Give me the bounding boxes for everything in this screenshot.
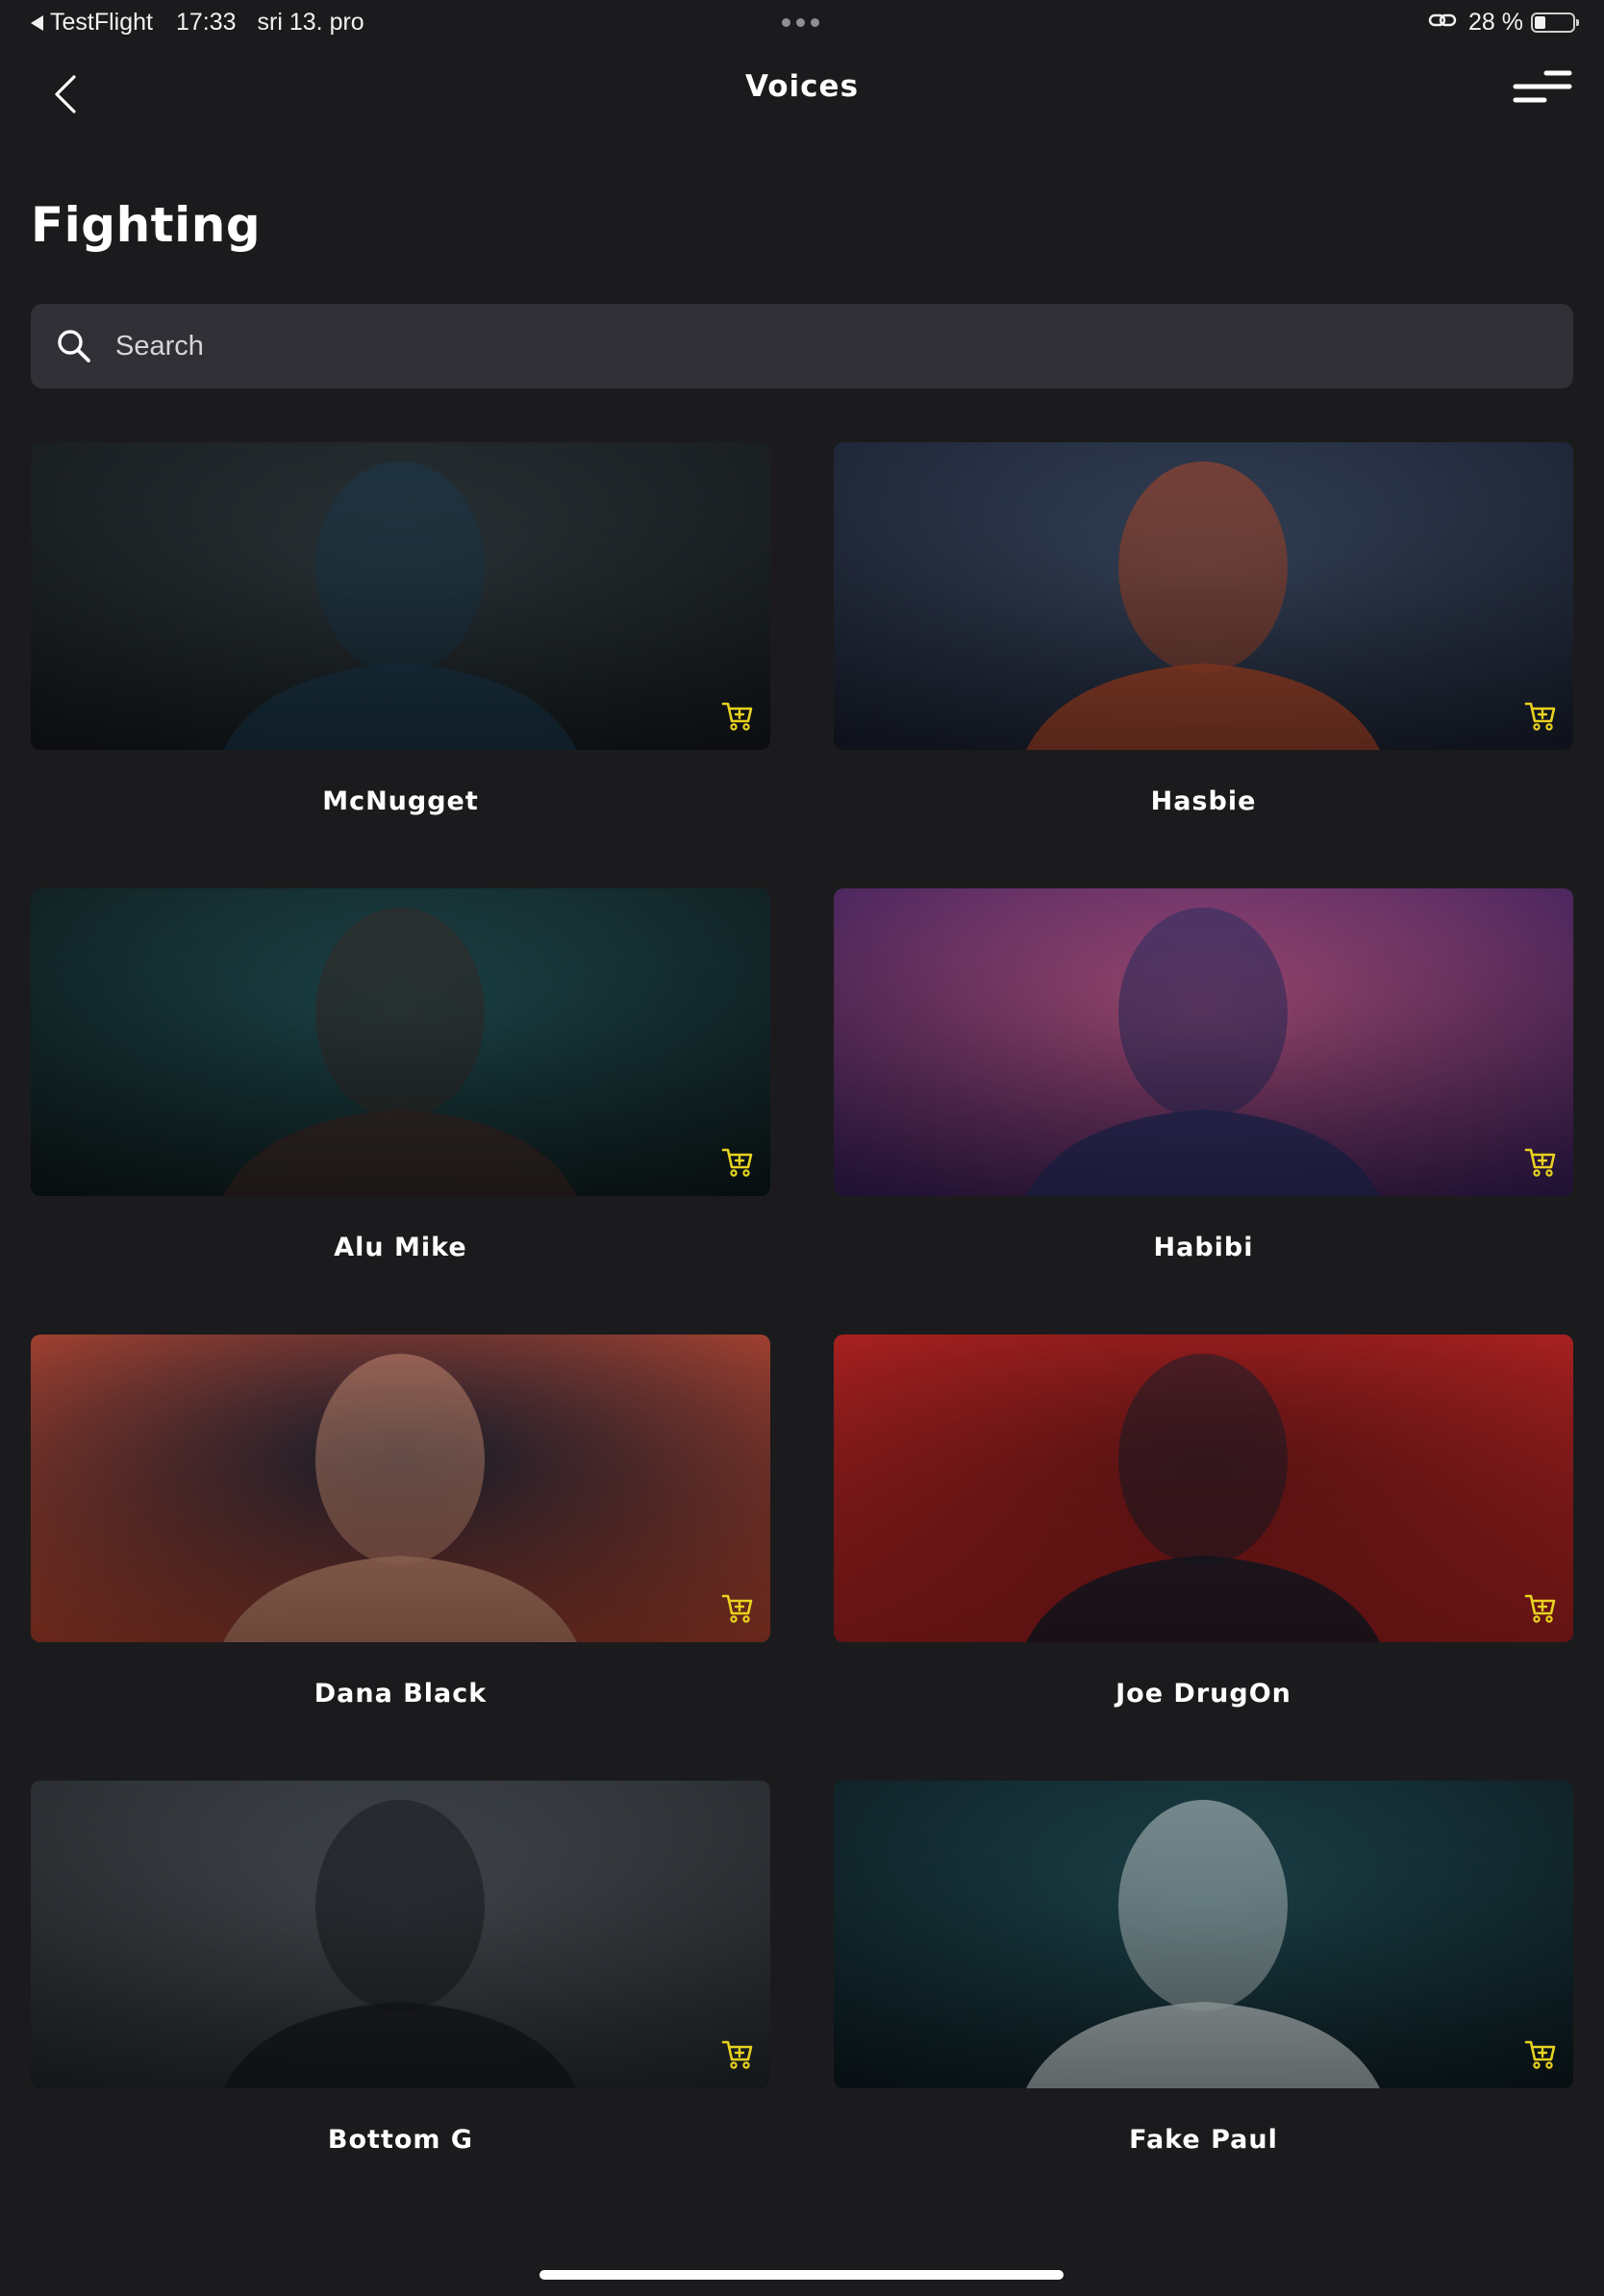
portrait-image [31,888,770,1196]
battery-level [1535,16,1545,29]
portrait-image [31,1335,770,1642]
link-icon [1428,9,1457,37]
search-icon [56,328,92,364]
cart-button[interactable] [720,1144,755,1179]
voice-name: Alu Mike [334,1233,467,1262]
menu-button[interactable] [1512,65,1575,119]
cart-button[interactable] [1523,698,1558,733]
voice-card[interactable]: Bottom G [31,1781,770,2227]
back-to-app-label[interactable]: TestFlight [50,9,153,37]
status-right: 28 % [1428,9,1579,37]
voice-thumbnail[interactable] [834,888,1573,1196]
voice-name: Habibi [1153,1233,1254,1262]
voice-thumbnail[interactable] [31,1335,770,1642]
multitasking-dots-icon[interactable] [782,18,819,27]
portrait-image [834,1335,1573,1642]
voice-name: Dana Black [313,1679,488,1709]
menu-icon [1513,70,1572,103]
voice-thumbnail[interactable] [31,1781,770,2088]
voice-card[interactable]: Alu Mike [31,888,770,1335]
portrait-image [834,442,1573,750]
status-bar: TestFlight 17:33 sri 13. pro 28 % [0,0,1604,46]
back-to-app-icon[interactable] [31,14,43,31]
voice-card[interactable]: Fake Paul [834,1781,1573,2227]
voice-thumbnail[interactable] [834,1781,1573,2088]
status-date: sri 13. pro [257,9,364,36]
cart-button[interactable] [1523,1144,1558,1179]
status-time: 17:33 [175,9,237,36]
cart-icon [1524,1148,1556,1177]
cart-button[interactable] [1523,2036,1558,2071]
cart-icon [721,702,753,731]
portrait-image [834,888,1573,1196]
cart-icon [721,2040,753,2069]
voice-name: Joe DrugOn [1115,1679,1291,1709]
voice-card[interactable]: Dana Black [31,1335,770,1781]
voice-card[interactable]: McNugget [31,442,770,888]
battery-percentage: 28 % [1468,9,1523,36]
section-title: Fighting [31,197,262,253]
voice-thumbnail[interactable] [834,442,1573,750]
cart-icon [1524,2040,1556,2069]
voice-thumbnail[interactable] [31,888,770,1196]
cart-icon [721,1148,753,1177]
voice-name: Hasbie [1150,786,1257,816]
cart-button[interactable] [720,698,755,733]
voice-name: Bottom G [327,2125,474,2155]
search-input[interactable] [113,329,1464,363]
cart-button[interactable] [1523,1590,1558,1625]
voice-thumbnail[interactable] [834,1335,1573,1642]
portrait-image [31,442,770,750]
voice-card[interactable]: Joe DrugOn [834,1335,1573,1781]
nav-title: Voices [744,69,860,104]
portrait-image [834,1781,1573,2088]
voice-name: McNugget [322,786,479,816]
portrait-image [31,1781,770,2088]
cart-icon [721,1594,753,1623]
voice-thumbnail[interactable] [31,442,770,750]
voice-card[interactable]: Hasbie [834,442,1573,888]
cart-icon [1524,1594,1556,1623]
battery-icon [1531,12,1579,33]
search-bar[interactable] [31,304,1573,388]
voice-card[interactable]: Habibi [834,888,1573,1335]
cart-button[interactable] [720,1590,755,1625]
voice-grid: McNugget Hasbie Alu Mike Habibi Dana Black Jo… [31,442,1573,2227]
cart-icon [1524,702,1556,731]
status-left: TestFlight 17:33 sri 13. pro [31,9,364,37]
home-indicator[interactable] [539,2270,1064,2280]
voice-name: Fake Paul [1129,2125,1278,2155]
cart-button[interactable] [720,2036,755,2071]
